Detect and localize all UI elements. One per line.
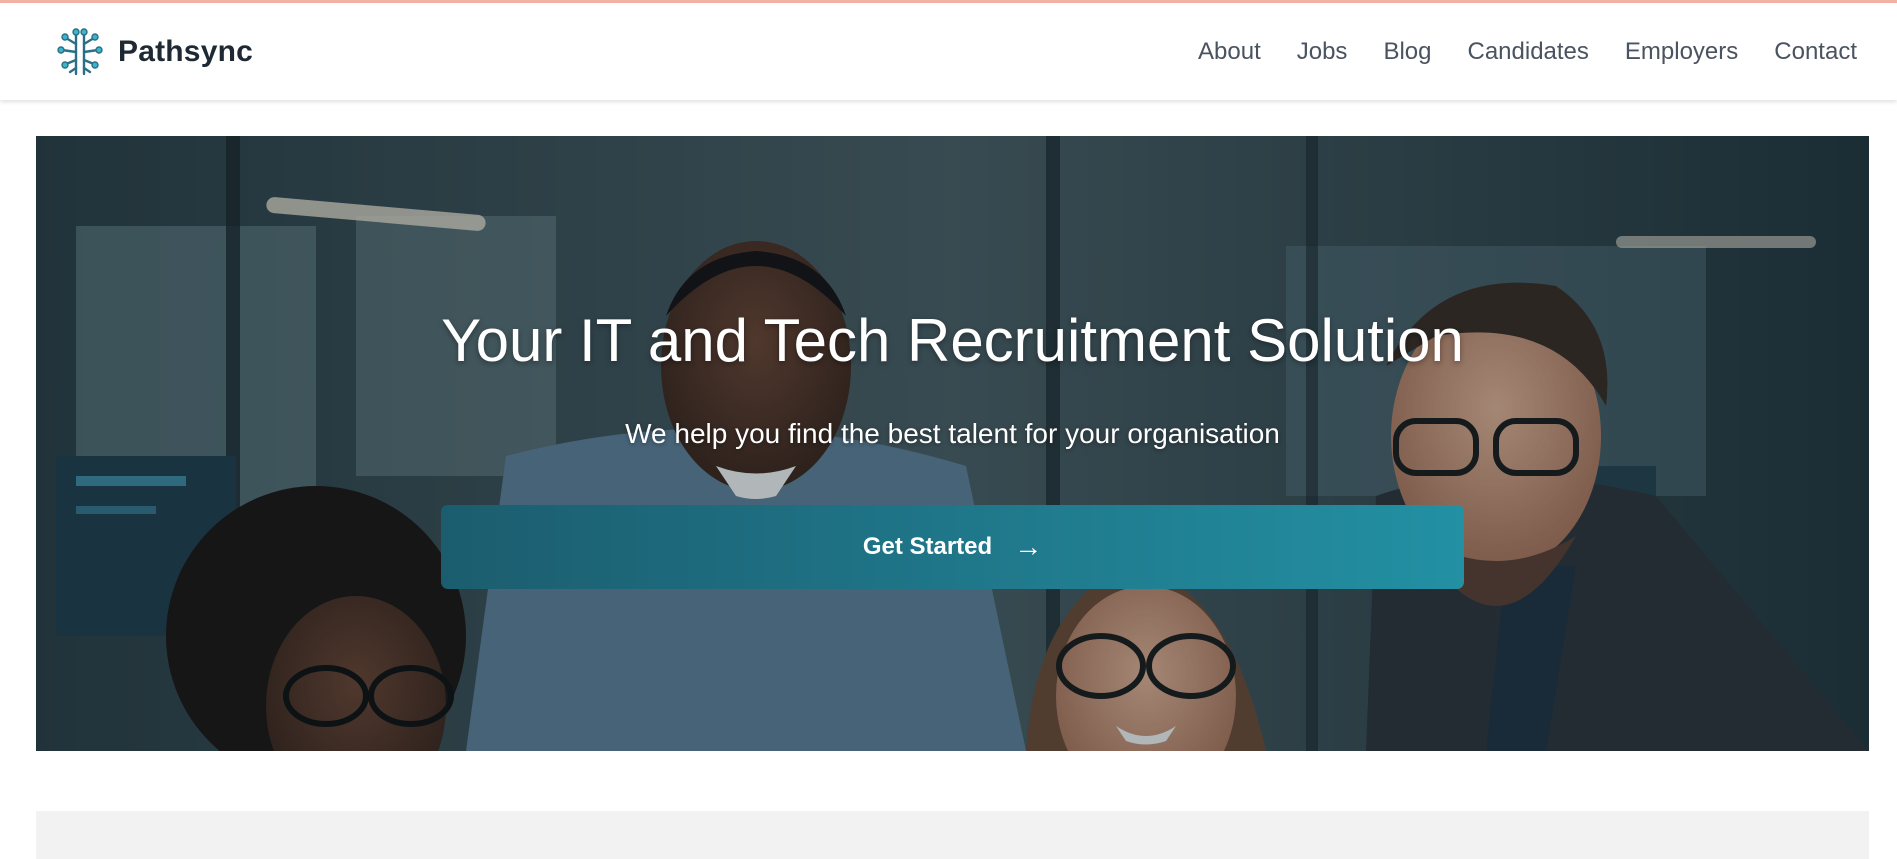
nav-link-candidates[interactable]: Candidates [1467, 38, 1588, 66]
nav-link-contact[interactable]: Contact [1774, 38, 1857, 66]
brand-home-link[interactable]: Pathsync [54, 26, 253, 78]
site-header: Pathsync About Jobs Blog Candidates Empl… [0, 3, 1897, 100]
circuit-tree-icon [57, 27, 103, 75]
brand-name: Pathsync [118, 34, 253, 68]
hero-section: Your IT and Tech Recruitment Solution We… [36, 136, 1869, 751]
nav-link-employers[interactable]: Employers [1625, 38, 1738, 66]
arrow-right-icon: → [1014, 531, 1043, 562]
next-section [36, 811, 1869, 859]
get-started-label: Get Started [862, 533, 993, 560]
nav-link-blog[interactable]: Blog [1383, 38, 1431, 66]
hero-subtitle: We help you find the best talent for you… [625, 418, 1280, 449]
main-nav: About Jobs Blog Candidates Employers Con… [1198, 38, 1857, 66]
get-started-button[interactable]: Get Started → [441, 505, 1464, 589]
hero-title: Your IT and Tech Recruitment Solution [441, 307, 1464, 374]
nav-link-jobs[interactable]: Jobs [1297, 38, 1348, 66]
nav-link-about[interactable]: About [1198, 38, 1261, 66]
